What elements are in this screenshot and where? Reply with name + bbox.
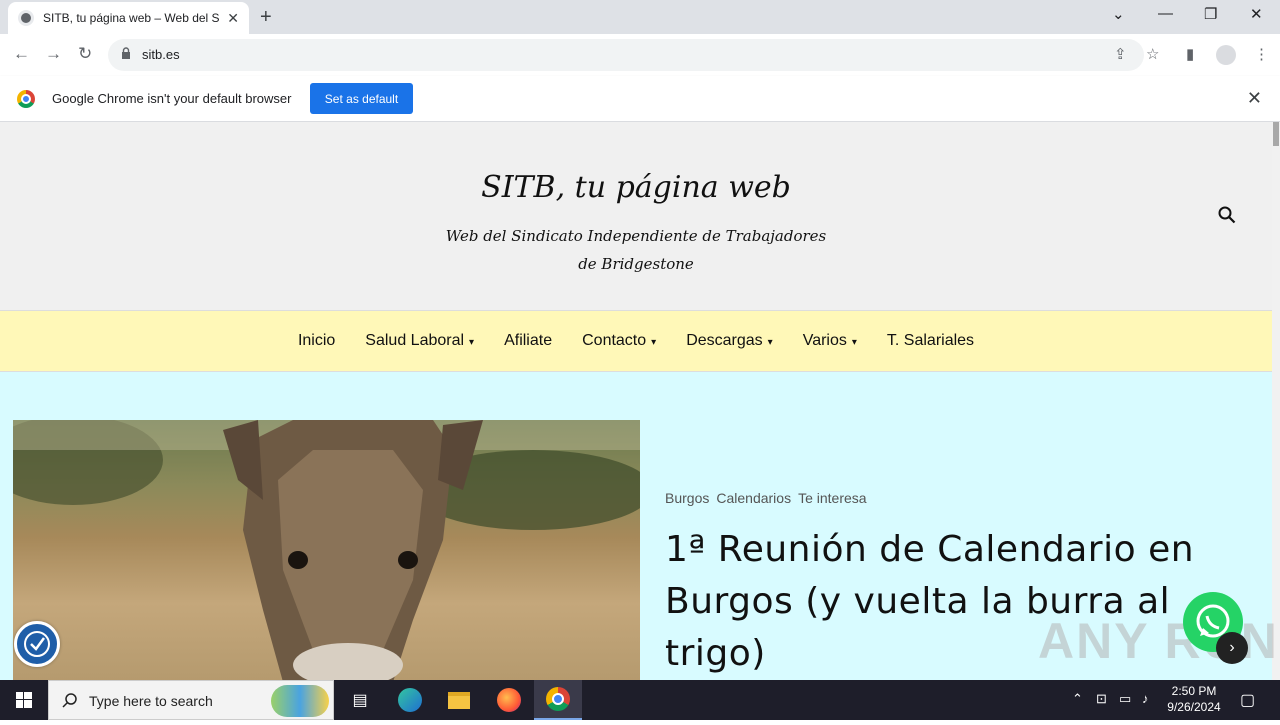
web-page: SITB, tu página web Web del Sindicato In… (0, 122, 1272, 680)
taskbar-search-placeholder: Type here to search (89, 693, 213, 709)
menu-item-descargas[interactable]: Descargas ▾ (686, 332, 773, 350)
show-hidden-icons-icon[interactable]: ⌃ (1072, 691, 1083, 707)
close-window-icon[interactable]: ✕ (1250, 5, 1263, 23)
firefox-icon (497, 688, 521, 712)
menu-item-contacto[interactable]: Contacto ▾ (582, 332, 656, 350)
main-navigation: Inicio Salud Laboral ▾ Afiliate Contacto ▾ Des… (0, 310, 1272, 372)
address-bar[interactable]: sitb.es (108, 39, 1144, 71)
windows-logo-icon (16, 692, 32, 708)
reload-icon[interactable]: ↻ (78, 44, 92, 64)
dropdown-caret-icon: ▾ (651, 337, 657, 348)
featured-image-donkey[interactable] (13, 420, 640, 680)
taskbar-search-box[interactable]: Type here to search (48, 680, 334, 720)
next-arrow-button[interactable]: › (1216, 632, 1248, 664)
bookmark-star-icon[interactable]: ☆ (1146, 45, 1159, 63)
side-panel-icon[interactable]: ▮ (1186, 45, 1194, 63)
profile-avatar-icon[interactable] (1216, 45, 1236, 65)
folder-icon (448, 691, 470, 709)
taskbar-clock[interactable]: 2:50 PM 9/26/2024 (1160, 683, 1228, 715)
edge-icon (398, 688, 422, 712)
menu-item-label: Descargas (686, 332, 763, 349)
browser-tab[interactable]: SITB, tu página web – Web del Si ✕ (8, 2, 249, 34)
minimize-icon[interactable]: — (1158, 5, 1173, 22)
search-icon[interactable] (1218, 206, 1236, 224)
menu-item-inicio[interactable]: Inicio (298, 332, 335, 350)
meet-now-icon[interactable]: ⊡ (1096, 691, 1107, 707)
category-link[interactable]: Burgos (665, 490, 709, 506)
restore-icon[interactable]: ❐ (1204, 5, 1217, 23)
file-explorer-taskbar-button[interactable] (435, 680, 483, 720)
share-icon[interactable]: ⇪ (1114, 45, 1127, 63)
site-description: Web del Sindicato Independiente de Traba… (445, 227, 827, 273)
menu-item-salud-laboral[interactable]: Salud Laboral ▾ (365, 332, 474, 350)
volume-icon[interactable]: ♪ (1142, 691, 1149, 706)
site-title[interactable]: SITB, tu página web (0, 170, 1272, 205)
site-favicon-icon (18, 10, 34, 26)
search-highlight-icon (271, 685, 329, 717)
menu-kebab-icon[interactable]: ⋮ (1254, 45, 1269, 63)
menu-item-varios[interactable]: Varios ▾ (803, 332, 857, 350)
default-browser-infobar: Google Chrome isn't your default browser… (0, 76, 1280, 122)
accessibility-button[interactable] (14, 621, 60, 667)
menu-item-label: T. Salariales (886, 332, 975, 349)
dropdown-caret-icon: ▾ (851, 337, 857, 348)
menu-item-label: Inicio (297, 332, 336, 349)
chrome-taskbar-button[interactable] (534, 680, 582, 720)
close-tab-icon[interactable]: ✕ (227, 10, 239, 27)
menu-item-label: Salud Laboral (365, 332, 465, 349)
menu-item-label: Varios (802, 332, 847, 349)
dropdown-caret-icon: ▾ (469, 337, 475, 348)
tab-title: SITB, tu página web – Web del Si (43, 11, 219, 25)
dropdown-caret-icon: ▾ (767, 337, 773, 348)
category-link[interactable]: Calendarios (716, 490, 791, 506)
set-as-default-button[interactable]: Set as default (310, 83, 413, 114)
infobar-message: Google Chrome isn't your default browser (52, 91, 292, 106)
edge-taskbar-button[interactable] (386, 680, 434, 720)
windows-taskbar: Type here to search ▤ ⌃ ⊡ ▭ ♪ 2:50 PM 9/… (0, 680, 1280, 720)
chrome-logo-icon (17, 90, 35, 108)
chrome-icon (546, 687, 570, 711)
post-categories: Burgos Calendarios Te interesa (665, 490, 874, 506)
tab-strip: SITB, tu página web – Web del Si ✕ + ⌄ —… (0, 0, 1280, 34)
browser-toolbar: ← → ↻ sitb.es ⇪ ☆ ▮ ⋮ (0, 34, 1280, 76)
clock-date: 9/26/2024 (1167, 700, 1221, 714)
menu-item-afiliate[interactable]: Afiliate (504, 332, 552, 350)
clock-time: 2:50 PM (1171, 684, 1217, 698)
forward-icon[interactable]: → (45, 44, 62, 64)
taskbar-search-icon (62, 693, 77, 708)
start-button[interactable] (0, 680, 48, 720)
menu-item-t-salariales[interactable]: T. Salariales (887, 332, 974, 350)
infobar-close-icon[interactable]: ✕ (1247, 88, 1262, 109)
task-view-button[interactable]: ▤ (336, 680, 384, 720)
menu-item-label: Contacto (582, 332, 647, 349)
network-icon[interactable]: ▭ (1119, 691, 1131, 707)
firefox-taskbar-button[interactable] (485, 680, 533, 720)
donkey-photo (13, 420, 640, 680)
task-view-icon: ▤ (352, 692, 368, 709)
notifications-icon[interactable]: ▢ (1240, 690, 1255, 710)
page-scrollbar[interactable] (1272, 122, 1280, 680)
scrollbar-thumb[interactable] (1273, 122, 1279, 146)
category-link[interactable]: Te interesa (798, 490, 866, 506)
menu-item-label: Afiliate (504, 332, 553, 349)
url-text: sitb.es (142, 47, 180, 62)
accessibility-icon (24, 631, 50, 657)
back-icon[interactable]: ← (13, 44, 30, 64)
tab-search-chevron-icon[interactable]: ⌄ (1112, 5, 1125, 23)
new-tab-icon[interactable]: + (260, 6, 272, 29)
lock-icon (122, 47, 130, 59)
